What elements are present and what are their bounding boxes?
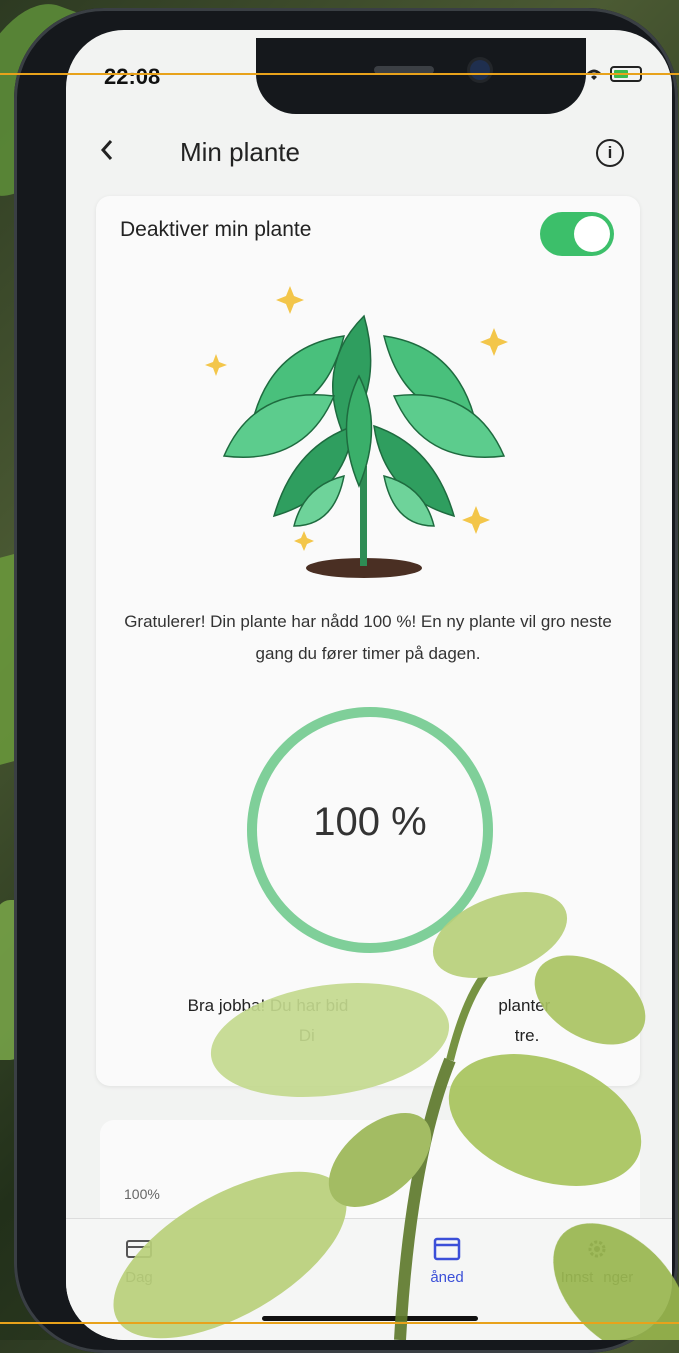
nav-label-day: Dag [125, 1269, 153, 1286]
encouragement-line1-end: planter [498, 996, 551, 1015]
chevron-left-icon [100, 140, 113, 160]
phone-notch [256, 38, 586, 114]
info-icon[interactable]: i [596, 139, 624, 167]
encouragement-line1-start: Bra jobba! Du har bid [187, 996, 349, 1015]
day-calendar-icon [126, 1240, 152, 1258]
plant-card: Deaktiver min plante Gratulerer! Din pla… [96, 196, 640, 1086]
top-bar: Min plante i [66, 125, 672, 185]
front-camera [470, 60, 490, 80]
month-calendar-icon [433, 1237, 461, 1261]
congratulation-message: Gratulerer! Din plante har nådd 100 %! E… [124, 612, 612, 663]
settings-icon [588, 1240, 606, 1258]
encouragement-message: Bra jobba! Du har bid planter Di tre. [112, 991, 626, 1051]
nav-label-month: åned [430, 1269, 464, 1286]
page-title: Min plante [180, 137, 300, 167]
progress-ring: 100 % [244, 704, 496, 956]
chart-axis-label: 100% [124, 1186, 160, 1202]
nav-item-day[interactable]: Dag [84, 1235, 194, 1286]
encouragement-line2-end: tre. [514, 1026, 540, 1045]
phone-frame: 22:08 Min plante i Deaktiver min plante [14, 8, 678, 1353]
back-button[interactable] [98, 135, 128, 173]
deactivate-plant-toggle[interactable] [540, 212, 614, 256]
encouragement-line2-start: Di [298, 1026, 315, 1045]
plant-illustration [205, 286, 508, 578]
guide-line-bottom [0, 1322, 679, 1324]
progress-value: 100 % [313, 800, 427, 844]
toggle-label: Deaktiver min plante [120, 218, 312, 241]
status-time: 22:08 [104, 64, 161, 89]
guide-line-top [0, 73, 679, 75]
nav-label-settings: Innst nger [560, 1269, 634, 1286]
app-screen: 22:08 Min plante i Deaktiver min plante [66, 30, 672, 1340]
nav-item-month[interactable]: åned [392, 1235, 502, 1286]
nav-item-settings[interactable]: Innst nger [542, 1235, 652, 1286]
home-indicator [262, 1316, 478, 1321]
